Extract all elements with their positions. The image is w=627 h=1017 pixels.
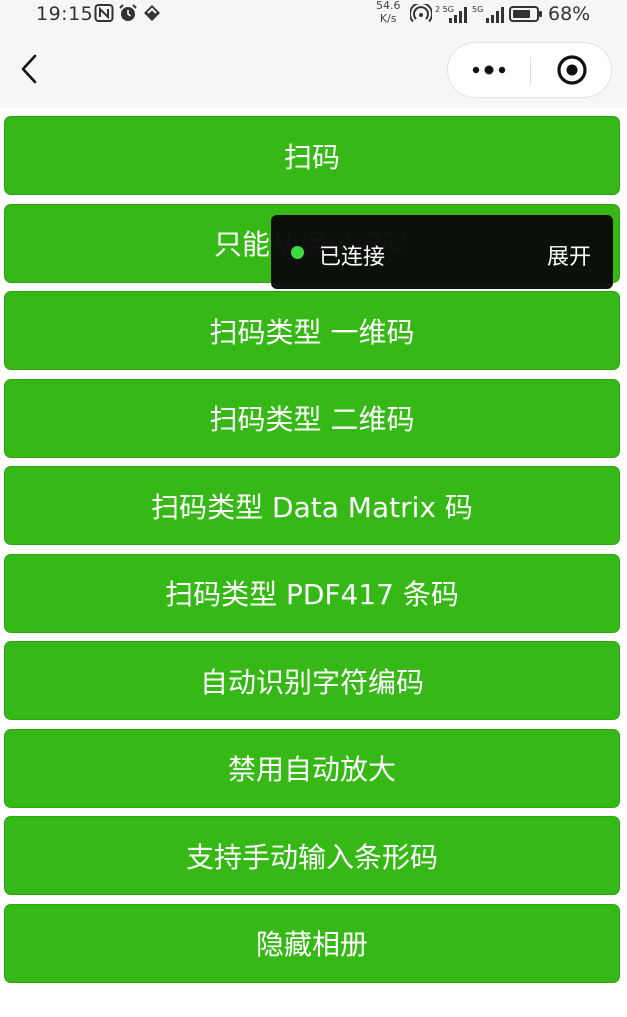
battery-percent: 68% [548, 3, 591, 25]
more-menu-button[interactable] [448, 43, 530, 97]
chevron-left-icon [21, 54, 37, 84]
net-speed-value: 54.6 [376, 0, 401, 12]
scan-type-pdf417-button[interactable]: 扫码类型 PDF417 条码 [4, 553, 620, 633]
alarm-icon [119, 4, 137, 21]
signal-5g-icon: 2 5G [435, 5, 467, 23]
back-button[interactable] [16, 52, 46, 86]
hotspot-icon [410, 4, 432, 23]
expand-button[interactable]: 展开 [547, 239, 591, 271]
nfc-icon [94, 4, 114, 22]
app-notification-icon [144, 5, 160, 21]
mini-program-capsule [447, 42, 612, 98]
connection-status-text: 已连接 [319, 245, 386, 270]
svg-text:5G: 5G [472, 5, 483, 14]
net-speed: 54.6 K/s [376, 0, 401, 25]
signal-5g-icon: 5G [472, 5, 504, 23]
more-dots-icon [472, 65, 506, 75]
scan-button[interactable]: 扫码 [4, 116, 620, 195]
net-speed-unit: K/s [379, 12, 397, 25]
hide-album-button[interactable]: 隐藏相册 [4, 903, 620, 983]
scan-type-datamatrix-button[interactable]: 扫码类型 Data Matrix 码 [4, 466, 620, 545]
manual-barcode-input-button[interactable]: 支持手动输入条形码 [4, 816, 620, 895]
auto-detect-charset-button[interactable]: 自动识别字符编码 [4, 641, 620, 720]
close-miniprogram-button[interactable] [531, 43, 611, 97]
target-circle-icon [557, 55, 587, 85]
scan-type-barcode-button[interactable]: 扫码类型 一维码 [4, 291, 620, 370]
status-icons-left [94, 3, 162, 23]
nav-bar [0, 30, 627, 108]
connected-status-dot [291, 246, 304, 259]
status-bar: 19:15 54.6 K/s 2 5G 5G 68% [0, 0, 627, 30]
status-icons-right: 2 5G 5G [410, 4, 543, 24]
status-time: 19:15 [36, 3, 94, 25]
svg-text:2 5G: 2 5G [435, 5, 454, 14]
scan-type-qrcode-button[interactable]: 扫码类型 二维码 [4, 378, 620, 458]
battery-icon [509, 6, 542, 22]
disable-auto-zoom-button[interactable]: 禁用自动放大 [4, 728, 620, 808]
connection-toast: 已连接 展开 [271, 215, 613, 289]
